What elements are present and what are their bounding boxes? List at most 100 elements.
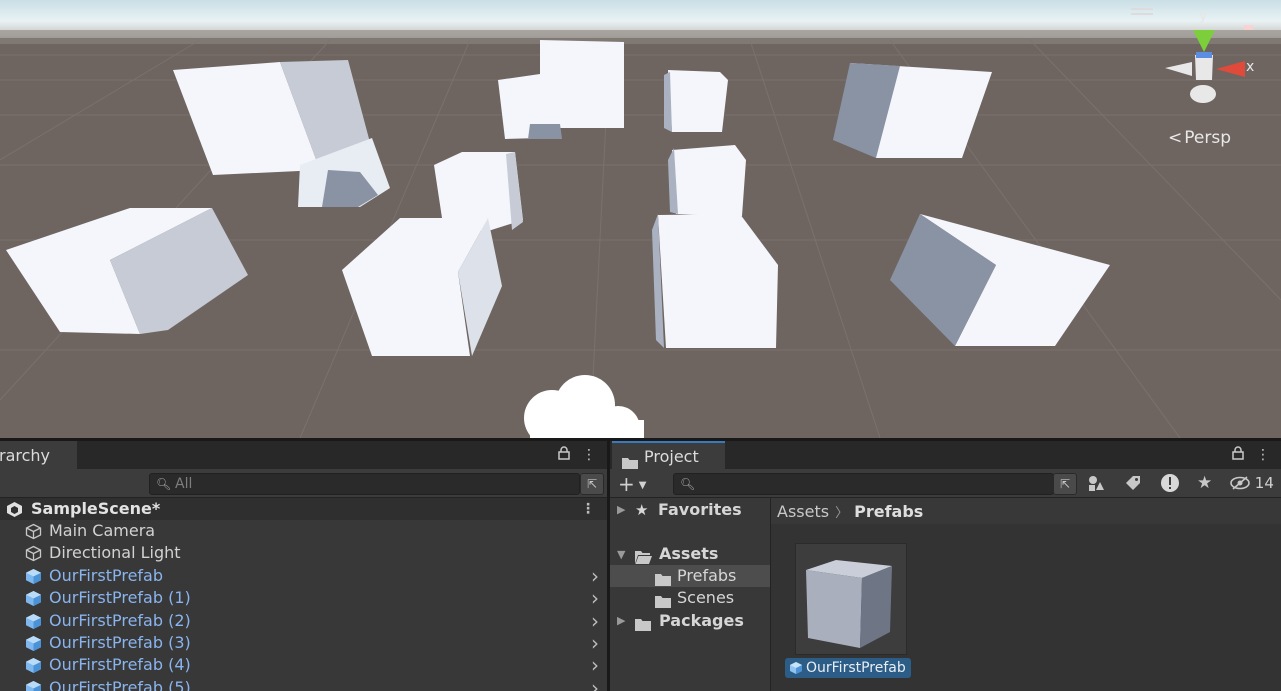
plus-icon: +	[618, 472, 635, 496]
tree-item-scenes[interactable]: Scenes	[610, 587, 770, 609]
eye-slash-icon	[1230, 474, 1255, 492]
hierarchy-item[interactable]: OurFirstPrefab (2) ›	[0, 610, 607, 632]
tree-label: Assets	[659, 544, 719, 563]
open-prefab-chevron-icon[interactable]: ›	[591, 632, 599, 654]
favorite-star-icon[interactable]: ★	[1197, 473, 1212, 493]
hierarchy-toolbar: 🔍︎ All ⇱	[0, 469, 607, 498]
folder-icon	[635, 615, 651, 631]
hierarchy-item[interactable]: Directional Light	[0, 542, 607, 564]
gizmo-y-label: y	[1199, 8, 1208, 24]
create-button[interactable]: + ▼	[618, 472, 646, 496]
expand-arrow-icon[interactable]: ▶	[617, 499, 625, 521]
unity-scene-icon	[6, 501, 23, 518]
cube-icon	[806, 560, 892, 648]
project-panel: Project ⋮ + ▼ 🔍︎ ⇱ ★ 14 ▶ ★ Favorites ▼ …	[610, 441, 1281, 691]
folder-tree: ▶ ★ Favorites ▼ Assets Prefabs Scenes ▶	[610, 498, 771, 691]
chevron-right-icon: 〉	[835, 506, 849, 521]
hierarchy-item[interactable]: Main Camera	[0, 520, 607, 542]
hierarchy-item-label: OurFirstPrefab (4)	[49, 655, 191, 675]
hierarchy-item[interactable]: OurFirstPrefab (1) ›	[0, 587, 607, 609]
tree-label: Scenes	[677, 588, 735, 607]
filter-by-type-icon[interactable]	[1087, 474, 1105, 492]
open-prefab-chevron-icon[interactable]: ›	[591, 654, 599, 676]
hierarchy-item-label: OurFirstPrefab (2)	[49, 610, 191, 630]
project-toolbar: + ▼ 🔍︎ ⇱ ★ 14	[610, 469, 1281, 498]
folder-icon	[655, 592, 671, 608]
hierarchy-item[interactable]: OurFirstPrefab ›	[0, 565, 607, 587]
tree-item-assets[interactable]: ▼ Assets	[610, 543, 770, 565]
kebab-menu-icon[interactable]: ⋮	[1256, 447, 1270, 463]
scene-kebab-icon[interactable]: ⋮	[581, 498, 595, 520]
search-icon: 🔍︎	[156, 477, 172, 491]
asset-thumbnail[interactable]	[795, 543, 907, 655]
prefab-cube-icon	[25, 568, 42, 585]
tree-label: Packages	[659, 611, 744, 630]
scene-name: SampleScene*	[31, 499, 161, 518]
scene-row[interactable]: SampleScene* ⋮	[0, 498, 607, 520]
hierarchy-item-label: OurFirstPrefab (5)	[49, 677, 191, 691]
folder-open-icon	[635, 548, 652, 564]
folder-icon	[655, 570, 671, 586]
scene-menu-icon[interactable]	[1131, 8, 1153, 16]
hierarchy-item-label: Main Camera	[49, 521, 156, 540]
breadcrumb-current: Prefabs	[854, 502, 924, 521]
open-prefab-chevron-icon[interactable]: ›	[591, 677, 599, 691]
gameobject-cube-icon	[25, 523, 42, 540]
asset-name: OurFirstPrefab	[806, 660, 906, 676]
projection-toggle[interactable]: < Persp	[1168, 128, 1231, 148]
projection-label: Persp	[1184, 128, 1231, 148]
star-icon: ★	[635, 501, 649, 519]
prefab-cube-icon	[25, 635, 42, 652]
hidden-packages-toggle[interactable]: 14	[1230, 474, 1274, 492]
prefab-cube-icon	[25, 590, 42, 607]
filter-by-label-icon[interactable]	[1124, 474, 1142, 492]
search-window-icon[interactable]: ⇱	[580, 473, 604, 495]
cube-6	[668, 145, 746, 216]
scene-canvas[interactable]	[0, 0, 1281, 438]
dropdown-arrow-icon: ▼	[638, 480, 647, 491]
prefab-cube-icon	[25, 613, 42, 630]
hidden-count: 14	[1254, 474, 1274, 492]
asset-browser[interactable]: Assets 〉 Prefabs OurFirstPrefab	[771, 498, 1281, 691]
tab-project[interactable]: Project	[612, 441, 725, 470]
open-prefab-chevron-icon[interactable]: ›	[591, 610, 599, 632]
hierarchy-search-input[interactable]: 🔍︎ All	[149, 473, 580, 495]
open-prefab-chevron-icon[interactable]: ›	[591, 587, 599, 609]
collapse-arrow-icon[interactable]: ▼	[617, 544, 625, 566]
hierarchy-item[interactable]: OurFirstPrefab (5) ›	[0, 677, 607, 691]
hierarchy-item[interactable]: OurFirstPrefab (4) ›	[0, 654, 607, 676]
hierarchy-item-label: Directional Light	[49, 543, 181, 563]
hierarchy-item-label: OurFirstPrefab (3)	[49, 633, 191, 652]
hierarchy-panel: rarchy ⋮ 🔍︎ All ⇱ SampleScene* ⋮ Main Ca…	[0, 441, 607, 691]
scene-view[interactable]: y x < Persp	[0, 0, 1281, 438]
search-window-icon[interactable]: ⇱	[1053, 473, 1077, 495]
breadcrumb-root[interactable]: Assets	[777, 502, 829, 521]
tree-label: Favorites	[658, 500, 742, 519]
prefab-cube-icon	[25, 680, 42, 691]
search-icon: 🔍︎	[680, 477, 696, 491]
tree-item-favorites[interactable]: ▶ ★ Favorites	[610, 499, 770, 521]
open-prefab-chevron-icon[interactable]: ›	[591, 565, 599, 587]
asset-name-label[interactable]: OurFirstPrefab	[785, 658, 911, 678]
tree-item-packages[interactable]: ▶ Packages	[610, 610, 770, 632]
hierarchy-item[interactable]: OurFirstPrefab (3) ›	[0, 632, 607, 654]
kebab-menu-icon[interactable]: ⋮	[582, 447, 596, 463]
project-search-input[interactable]: 🔍︎	[673, 473, 1054, 495]
hierarchy-item-label: OurFirstPrefab (1)	[49, 588, 191, 608]
gameobject-cube-icon	[25, 545, 42, 562]
lock-icon[interactable]	[558, 446, 570, 464]
breadcrumb: Assets 〉 Prefabs	[771, 498, 1281, 524]
hierarchy-item-label: OurFirstPrefab	[49, 565, 164, 585]
lock-icon[interactable]	[1232, 446, 1244, 464]
hierarchy-tabbar: rarchy ⋮	[0, 441, 607, 469]
gizmo-x-label: x	[1246, 59, 1255, 75]
tab-hierarchy[interactable]: rarchy	[0, 441, 77, 469]
project-tabbar: Project ⋮	[610, 441, 1281, 470]
expand-arrow-icon[interactable]: ▶	[617, 610, 625, 632]
warning-filter-icon[interactable]	[1160, 473, 1180, 493]
prefab-icon	[790, 662, 802, 674]
tree-item-prefabs[interactable]: Prefabs	[610, 565, 770, 587]
cube-3	[664, 70, 728, 132]
search-placeholder: All	[175, 476, 193, 492]
tab-project-label: Project	[644, 447, 699, 466]
